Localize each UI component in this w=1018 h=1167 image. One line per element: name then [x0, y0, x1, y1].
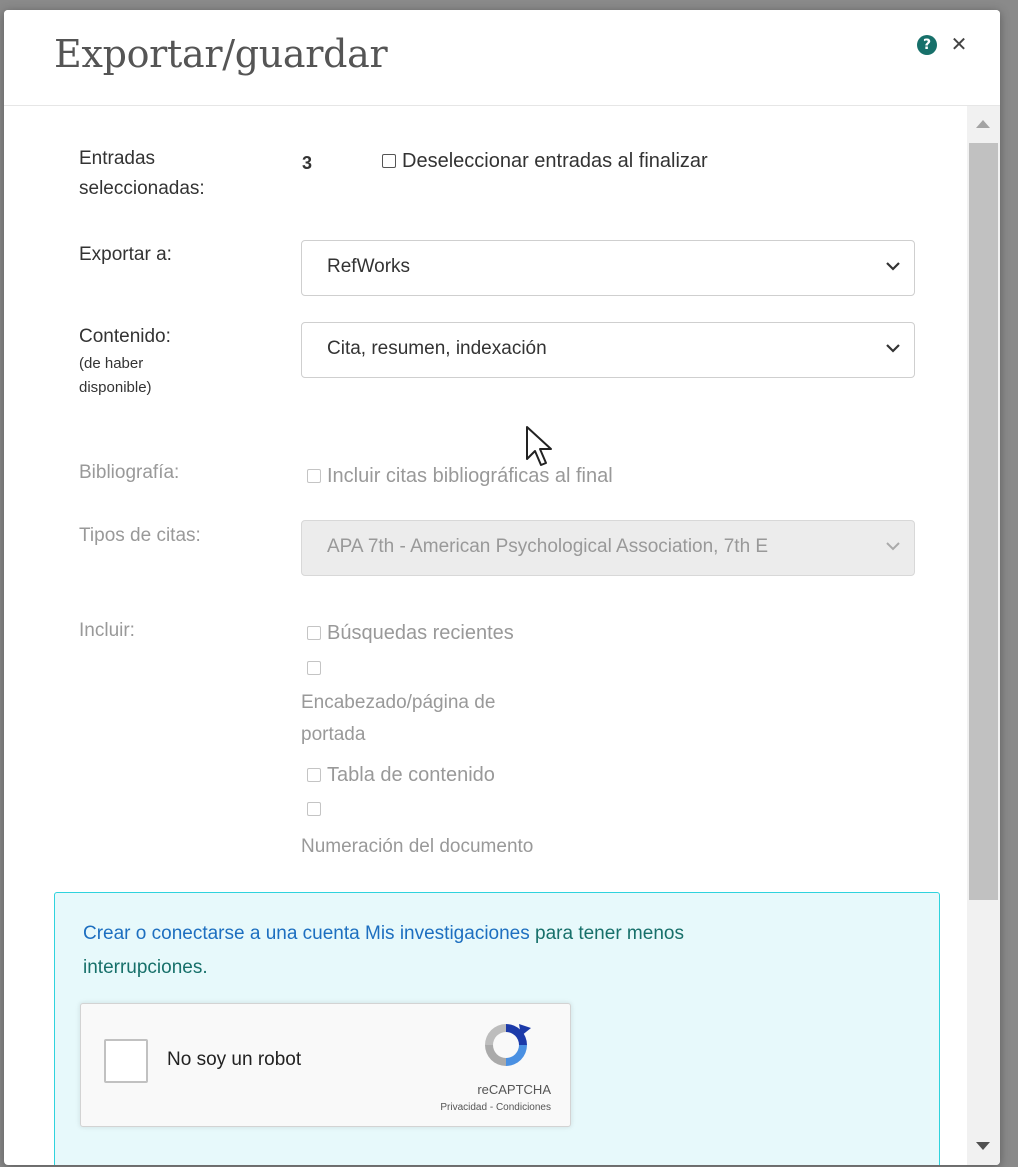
- deselect-entries-label: Deseleccionar entradas al finalizar: [402, 150, 708, 172]
- checkbox-icon[interactable]: [382, 154, 396, 168]
- dialog-body: Entradas seleccionadas: 3 Deseleccionar …: [4, 106, 966, 1165]
- recaptcha-widget: No soy un robot reCAPTCHA Privacidad - C…: [80, 1003, 571, 1127]
- scroll-down-arrow-icon[interactable]: [976, 1142, 990, 1150]
- chevron-down-icon: [886, 542, 900, 551]
- citation-types-value: APA 7th - American Psychological Associa…: [327, 536, 769, 557]
- citation-types-label: Tipos de citas:: [79, 525, 201, 546]
- include-numbering-checkbox[interactable]: [307, 802, 321, 816]
- recaptcha-links: Privacidad - Condiciones: [440, 1102, 551, 1113]
- selected-count: 3: [302, 153, 313, 173]
- recaptcha-brand: reCAPTCHA: [477, 1082, 551, 1097]
- recaptcha-logo-icon: [485, 1024, 531, 1066]
- account-info-text: Crear o conectarse a una cuenta Mis inve…: [83, 923, 684, 978]
- checkbox-icon[interactable]: [307, 626, 321, 640]
- bibliography-label: Bibliografía:: [79, 462, 180, 483]
- recent-searches-label: Búsquedas recientes: [327, 622, 514, 644]
- scrollbar-thumb[interactable]: [969, 143, 998, 900]
- citation-types-select[interactable]: APA 7th - American Psychological Associa…: [301, 520, 915, 576]
- close-icon[interactable]: ✕: [948, 32, 970, 56]
- content-value: Cita, resumen, indexación: [327, 338, 547, 359]
- export-save-dialog: Exportar/guardar ? ✕ Entradas selecciona…: [4, 10, 1000, 1165]
- selected-entries-label: Entradas seleccionadas:: [79, 148, 205, 199]
- content-select[interactable]: Cita, resumen, indexación: [301, 322, 915, 378]
- include-header-checkbox[interactable]: [307, 661, 321, 675]
- bibliography-checkbox[interactable]: Incluir citas bibliográficas al final: [307, 461, 613, 491]
- bibliography-option-label: Incluir citas bibliográficas al final: [327, 465, 613, 487]
- document-numbering-label: Numeración del documento: [301, 836, 534, 857]
- checkbox-icon[interactable]: [307, 469, 321, 483]
- content-sublabel: (de haber disponible): [79, 355, 152, 396]
- include-recent-searches-checkbox[interactable]: Búsquedas recientes: [307, 618, 514, 648]
- include-toc-checkbox[interactable]: Tabla de contenido: [307, 760, 495, 790]
- checkbox-icon[interactable]: [307, 768, 321, 782]
- help-icon[interactable]: ?: [917, 35, 937, 55]
- toc-label: Tabla de contenido: [327, 764, 495, 786]
- scroll-up-arrow-icon[interactable]: [976, 120, 990, 128]
- header-cover-label: Encabezado/página de portada: [301, 692, 496, 745]
- export-to-select[interactable]: RefWorks: [301, 240, 915, 296]
- chevron-down-icon: [886, 344, 900, 353]
- export-to-label: Exportar a:: [79, 244, 172, 265]
- recaptcha-checkbox[interactable]: [104, 1039, 148, 1083]
- dialog-title: Exportar/guardar: [54, 32, 388, 76]
- deselect-entries-checkbox[interactable]: Deseleccionar entradas al finalizar: [382, 146, 708, 176]
- privacy-link[interactable]: Privacidad: [440, 1102, 487, 1113]
- recaptcha-label: No soy un robot: [167, 1049, 302, 1070]
- account-info-box: Crear o conectarse a una cuenta Mis inve…: [54, 892, 940, 1165]
- chevron-down-icon: [886, 262, 900, 271]
- dialog-header: Exportar/guardar ? ✕: [4, 10, 1000, 106]
- my-research-account-link[interactable]: Crear o conectarse a una cuenta Mis inve…: [83, 923, 530, 944]
- include-label: Incluir:: [79, 620, 135, 641]
- export-to-value: RefWorks: [327, 256, 411, 277]
- terms-link[interactable]: Condiciones: [496, 1102, 551, 1113]
- vertical-scrollbar[interactable]: [967, 106, 1000, 1165]
- content-label: Contenido: (de haber disponible): [79, 322, 171, 400]
